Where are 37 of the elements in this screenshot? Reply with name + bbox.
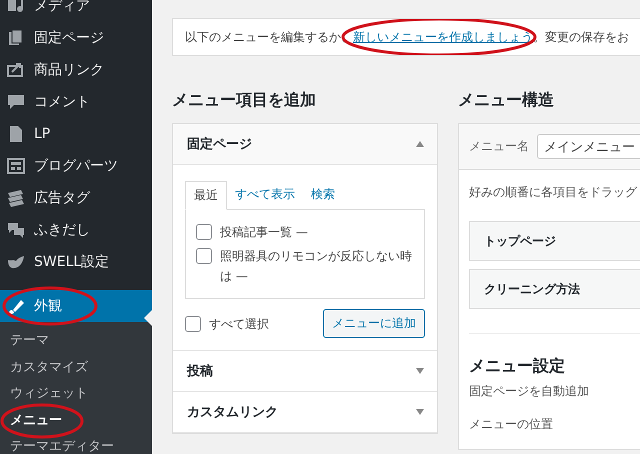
submenu-item[interactable]: ウィジェット [0,381,152,408]
section-heading: メニュー項目を追加 [172,90,317,111]
setting-label: メニューの位置 [469,416,554,433]
sidebar-item[interactable]: メディア [0,0,152,22]
sidebar-item[interactable]: ブログパーツ [0,150,152,182]
accordion-title: 投稿 [187,362,213,380]
menu-item[interactable]: トップページ [469,221,640,261]
sidebar-item[interactable]: 広告タグ [0,182,152,214]
sidebar-item[interactable]: 固定ページ [0,22,152,54]
accordion-title: 固定ページ [187,136,252,153]
setting-label: 固定ページを自動追加 [469,383,590,400]
tab[interactable]: 最近 [185,181,227,210]
menu-name-field[interactable]: メインメニュー [537,134,640,159]
accordion-header[interactable]: 固定ページ [173,124,437,165]
add-to-menu-button[interactable]: メニューに追加 [323,309,425,338]
instruction-text: 好みの順番に各項目をドラッグ [469,184,638,201]
accordion-title: カスタムリンク [187,404,278,421]
checkbox-label: 投稿記事一覧 — [220,224,308,241]
tab[interactable]: 検索 [303,181,343,209]
sidebar-item[interactable]: 商品リンク [0,54,152,86]
field-label: メニュー名 [469,138,529,155]
submenu-item[interactable]: カスタマイズ [0,354,152,381]
new-menu-link[interactable]: 新しいメニューを作成しましょう [353,30,533,44]
checkbox-label: すべて選択 [209,316,269,332]
section-heading: メニュー構造 [458,90,555,111]
settings-heading: メニュー設定 [469,333,640,377]
sidebar-item[interactable]: コメント [0,86,152,118]
sidebar-item[interactable]: SWELL設定 [0,246,152,278]
sidebar-item[interactable]: 外観 [0,290,152,322]
submenu-item[interactable]: メニュー [0,408,152,434]
menu-item[interactable]: クリーニング方法 [469,269,640,309]
tab[interactable]: すべて表示 [227,181,303,209]
sidebar-item[interactable]: LP [0,118,152,150]
checkbox-label: 照明器具のリモコンが反応しない時は — [220,248,413,285]
submenu-item[interactable]: テーマ [0,328,152,354]
sidebar-item[interactable]: ふきだし [0,214,152,246]
submenu-item[interactable]: テーマエディター [0,434,152,454]
